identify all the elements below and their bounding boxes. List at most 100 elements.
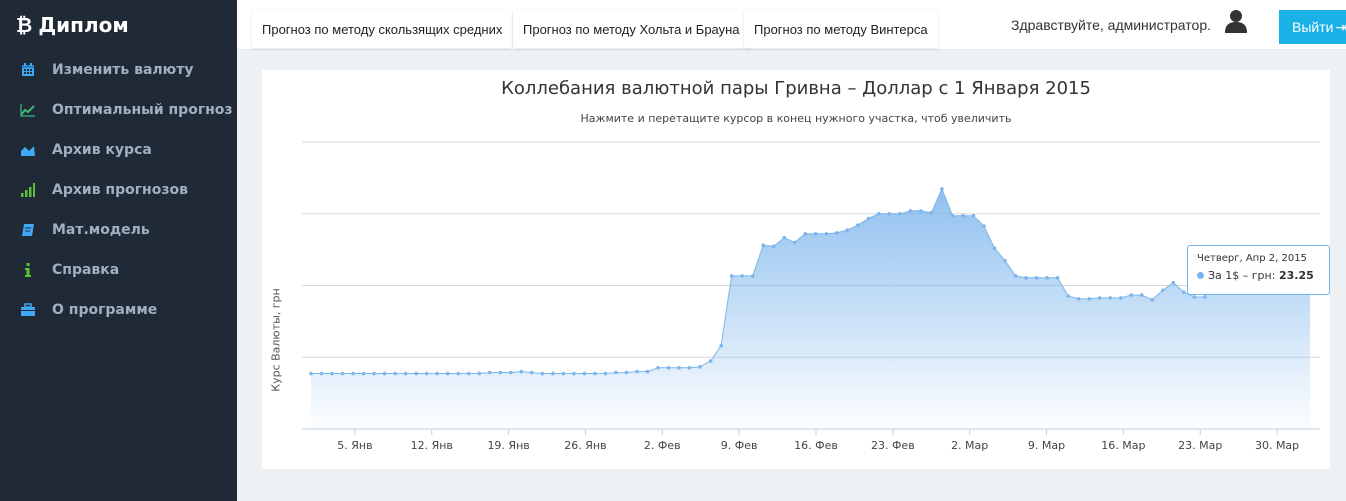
brand-title: Диплом <box>38 13 129 37</box>
sidebar-item-label: Изменить валюту <box>52 62 194 78</box>
sidebar-item-label: Архив прогнозов <box>52 182 188 198</box>
tab-winters[interactable]: Прогноз по методу Винтерса <box>744 10 938 48</box>
series-area <box>311 188 1310 429</box>
tooltip-date: Четверг, Апр 2, 2015 <box>1197 253 1307 264</box>
x-tick-label: 2. Фев <box>644 439 681 452</box>
data-point <box>866 216 871 221</box>
tab-moving-average[interactable]: Прогноз по методу скользящих средних <box>252 10 513 48</box>
tooltip-series-label: За 1$ – грн: <box>1208 269 1276 282</box>
sidebar-item-optimal-forecast[interactable]: Оптимальный прогноз <box>0 90 237 130</box>
x-tick-label: 16. Фев <box>794 439 838 452</box>
sidebar-item-rate-archive[interactable]: Архив курса <box>0 130 237 170</box>
data-point <box>1003 258 1007 263</box>
sidebar-item-change-currency[interactable]: Изменить валюту <box>0 50 237 90</box>
data-point <box>540 371 545 376</box>
chart-panel: Коллебания валютной пары Гривна – Доллар… <box>262 70 1330 469</box>
series-marker-icon <box>1197 272 1204 279</box>
data-point <box>740 274 744 278</box>
data-point <box>372 371 376 376</box>
logout-icon: ⇥ <box>1335 18 1346 35</box>
data-point <box>456 371 461 376</box>
data-tooltip: Четверг, Апр 2, 2015 За 1$ – грн: 23.25 <box>1187 245 1330 295</box>
x-tick-label: 9. Мар <box>1028 439 1065 452</box>
data-point <box>908 209 913 213</box>
data-point <box>677 365 681 370</box>
x-tick-label: 9. Фев <box>721 439 758 452</box>
data-point <box>1013 274 1018 278</box>
data-point <box>1087 297 1091 301</box>
topbar: Прогноз по методу скользящих средних Про… <box>237 0 1346 50</box>
calendar-icon <box>20 62 36 78</box>
data-point <box>382 371 387 376</box>
data-point <box>950 213 955 218</box>
data-point <box>319 371 324 376</box>
x-tick-label: 23. Мар <box>1178 439 1222 452</box>
data-point <box>624 370 629 375</box>
x-tick-label: 5. Янв <box>337 439 372 452</box>
data-point <box>687 365 692 370</box>
data-point <box>351 371 355 376</box>
x-tick-label: 2. Мар <box>951 439 988 452</box>
area-chart[interactable]: 5. Янв 12. Янв 19. Янв 26. Янв 2. Фев 9. Фев 1… <box>262 70 1330 469</box>
data-point <box>982 224 986 228</box>
brand-logo[interactable]: ₿ Диплом <box>16 13 129 38</box>
data-point <box>603 371 608 376</box>
data-point <box>1066 294 1070 298</box>
signal-bars-icon <box>20 182 36 198</box>
data-point <box>498 370 503 375</box>
data-point <box>519 369 524 374</box>
data-point <box>961 213 965 218</box>
user-icon[interactable] <box>1223 8 1249 34</box>
sidebar-item-label: Оптимальный прогноз <box>52 102 233 118</box>
data-point <box>561 371 566 376</box>
data-point <box>593 371 597 376</box>
data-point <box>1118 296 1123 300</box>
line-chart-icon <box>20 102 36 118</box>
data-point <box>771 244 776 249</box>
sidebar-nav: Изменить валюту Оптимальный прогноз Архи… <box>0 50 237 330</box>
data-point <box>572 371 576 376</box>
data-point <box>1129 293 1134 297</box>
data-point <box>887 211 892 216</box>
x-tick-label: 19. Янв <box>487 439 529 452</box>
data-point <box>445 371 450 376</box>
sidebar-item-forecast-archive[interactable]: Архив прогнозов <box>0 170 237 210</box>
data-point <box>803 232 808 236</box>
data-point <box>309 371 313 376</box>
briefcase-icon <box>20 302 36 318</box>
data-point <box>645 369 650 374</box>
tooltip-value: 23.25 <box>1278 269 1314 282</box>
data-point <box>1034 276 1039 280</box>
data-point <box>1171 280 1176 285</box>
data-point <box>509 370 513 375</box>
data-point <box>614 370 618 375</box>
data-point <box>929 210 934 215</box>
data-point <box>719 343 723 348</box>
data-point <box>330 371 334 376</box>
data-point <box>729 274 734 278</box>
data-point <box>361 371 366 376</box>
data-point <box>1097 296 1102 300</box>
data-point <box>393 371 397 376</box>
tab-holt-brown[interactable]: Прогноз по методу Хольта и Брауна <box>513 10 750 48</box>
data-point <box>340 371 345 376</box>
bitcoin-icon: ₿ <box>16 13 33 37</box>
logout-button[interactable]: Выйти ⇥ <box>1279 10 1346 44</box>
area-chart-icon <box>20 142 36 158</box>
data-point <box>940 187 944 191</box>
data-point <box>1203 295 1207 299</box>
data-point <box>782 235 787 240</box>
info-icon <box>20 262 36 278</box>
data-point <box>877 211 881 216</box>
data-point <box>834 231 839 235</box>
x-tick-label: 30. Мар <box>1255 439 1299 452</box>
sidebar-item-about[interactable]: О программе <box>0 290 237 330</box>
data-point <box>635 369 639 374</box>
data-point <box>666 365 671 370</box>
sidebar-item-help[interactable]: Справка <box>0 250 237 290</box>
data-point <box>414 371 418 376</box>
data-point <box>813 232 818 236</box>
data-point <box>1045 276 1049 280</box>
data-point <box>435 371 439 376</box>
sidebar-item-math-model[interactable]: Мат.модель <box>0 210 237 250</box>
